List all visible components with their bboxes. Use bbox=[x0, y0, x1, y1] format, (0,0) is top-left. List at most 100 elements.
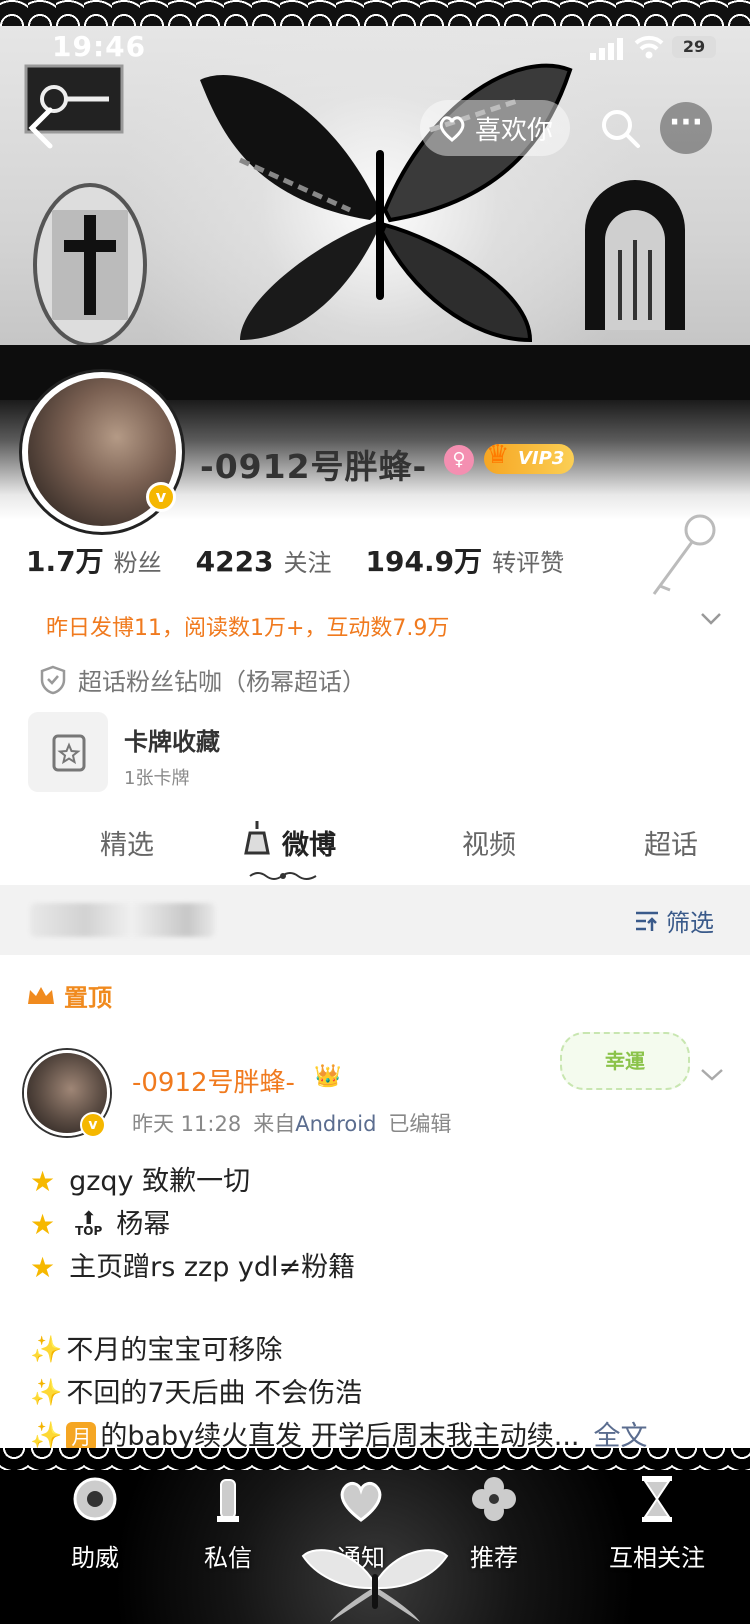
post-line: ✨ 不月的宝宝可移除 bbox=[30, 1329, 730, 1372]
nav-label: 助威 bbox=[71, 1544, 119, 1572]
star-icon: ★ bbox=[30, 1251, 56, 1284]
chevron-down-icon[interactable] bbox=[700, 1068, 724, 1082]
stat-following[interactable]: 4223 关注 bbox=[196, 543, 332, 578]
back-arrow-icon[interactable] bbox=[22, 106, 62, 150]
lucky-sticker: 幸運 bbox=[560, 1032, 690, 1090]
filter-bar: 筛选 bbox=[0, 885, 750, 955]
search-icon[interactable] bbox=[598, 106, 642, 150]
lace-decoration bbox=[0, 1448, 750, 1470]
crown-icon: ♛ bbox=[486, 440, 510, 470]
post-line: ★ gzqy 致歉一切 bbox=[30, 1160, 730, 1203]
heart-hand-icon bbox=[439, 116, 465, 142]
pinned-text: 置顶 bbox=[64, 984, 112, 1012]
post-line-text: 不月的宝宝可移除 bbox=[66, 1335, 283, 1366]
post-body[interactable]: ★ gzqy 致歉一切 ★ ⬆ TOP 杨幂 ★ 主页蹭rs zzp ydl≠粉籍… bbox=[30, 1160, 730, 1458]
post-line-text: gzqy 致歉一切 bbox=[69, 1166, 251, 1197]
clover-icon bbox=[472, 1477, 516, 1521]
stat-value: 4223 bbox=[195, 545, 274, 578]
verified-icon: v bbox=[146, 482, 176, 512]
post-line: ★ 主页蹭rs zzp ydl≠粉籍 bbox=[30, 1246, 730, 1289]
stat-label: 转评赞 bbox=[492, 549, 565, 577]
chevron-down-icon[interactable] bbox=[700, 612, 722, 626]
moon-badge-icon: 月 bbox=[66, 1421, 97, 1452]
nav-mutual-follow[interactable]: 互相关注 bbox=[592, 1472, 722, 1573]
female-gender-icon: ♀ bbox=[444, 445, 474, 475]
post-line-text: 主页蹭rs zzp ydl≠粉籍 bbox=[69, 1252, 356, 1283]
like-button[interactable]: 喜欢你 bbox=[420, 100, 570, 156]
card-collection-icon[interactable] bbox=[28, 712, 108, 792]
pinned-label: 置顶 bbox=[26, 978, 112, 1013]
stat-value: 1.7万 bbox=[26, 545, 104, 578]
gate-decoration bbox=[585, 180, 685, 330]
daily-summary[interactable]: 昨日发博11，阅读数1万+，互动数7.9万 bbox=[46, 610, 449, 642]
filter-label: 筛选 bbox=[666, 909, 714, 937]
like-label: 喜欢你 bbox=[474, 115, 553, 146]
post-source: Android bbox=[295, 1112, 377, 1136]
status-time: 19:46 bbox=[52, 30, 147, 63]
super-topic-badge[interactable]: 超话粉丝钻咖（杨幂超话） bbox=[40, 662, 366, 697]
post-time: 昨天 11:28 bbox=[132, 1112, 242, 1136]
sparkle-icon: ✨ bbox=[30, 1335, 63, 1365]
verified-icon: v bbox=[80, 1112, 106, 1138]
filter-icon bbox=[636, 911, 658, 931]
wifi-icon bbox=[634, 35, 664, 59]
shield-icon bbox=[40, 665, 66, 694]
tab-weibo[interactable]: 微博 bbox=[282, 823, 336, 862]
tab-supertopic[interactable]: 超话 bbox=[644, 823, 698, 862]
star-icon: ★ bbox=[30, 1165, 56, 1198]
post-edited: 已编辑 bbox=[388, 1112, 452, 1136]
post-author-name[interactable]: -0912号胖蜂- bbox=[132, 1062, 295, 1099]
more-options-icon[interactable]: ··· bbox=[660, 102, 712, 154]
key-decoration bbox=[652, 514, 716, 595]
stat-value: 194.9万 bbox=[365, 545, 483, 578]
hourglass-icon bbox=[642, 1476, 672, 1522]
post-line-text: 不回的7天后曲 不会伤浩 bbox=[66, 1378, 363, 1409]
sparkle-icon: ✨ bbox=[30, 1378, 63, 1408]
post-line-text: 杨幂 bbox=[116, 1209, 171, 1240]
tab-active-indicator bbox=[249, 872, 317, 880]
post-line: ★ ⬆ TOP 杨幂 bbox=[30, 1203, 730, 1246]
post-meta: 昨天 11:28 来自Android 已编辑 bbox=[132, 1108, 451, 1138]
card-collection-title[interactable]: 卡牌收藏 bbox=[124, 722, 220, 757]
top-navigation: 喜欢你 ··· bbox=[0, 92, 750, 162]
butterfly-decoration bbox=[301, 1549, 449, 1622]
profile-tabs: 精选 微博 视频 超话 bbox=[0, 815, 750, 885]
profile-stats: 1.7万 粉丝 4223 关注 194.9万 转评赞 bbox=[26, 540, 564, 580]
potion-icon bbox=[244, 821, 270, 855]
card-icon bbox=[52, 734, 86, 772]
stat-likes[interactable]: 194.9万 转评赞 bbox=[366, 540, 565, 580]
post-line: ✨ 不回的7天后曲 不会伤浩 bbox=[30, 1372, 730, 1415]
top-arrow-icon: ⬆ TOP bbox=[75, 1207, 103, 1238]
bottom-navigation: 助威 私信 通知 推荐 互相关注 bbox=[0, 1448, 750, 1624]
post-line-blank bbox=[30, 1289, 730, 1329]
nav-cheer[interactable]: 助威 bbox=[35, 1472, 155, 1573]
crown-icon bbox=[28, 986, 54, 1004]
nav-label: 互相关注 bbox=[609, 1544, 705, 1572]
profile-cover-banner: 19:46 29 喜欢你 ··· bbox=[0, 0, 750, 400]
ornament-icon bbox=[73, 1477, 117, 1521]
lantern-icon bbox=[217, 1479, 239, 1522]
crown-icon: 👑 bbox=[314, 1064, 342, 1089]
nav-messages[interactable]: 私信 bbox=[168, 1472, 288, 1573]
tab-video[interactable]: 视频 bbox=[462, 823, 516, 862]
stat-followers[interactable]: 1.7万 粉丝 bbox=[26, 540, 162, 580]
nav-label: 私信 bbox=[204, 1544, 252, 1572]
filter-button[interactable]: 筛选 bbox=[634, 903, 714, 938]
cross-window-decoration bbox=[33, 183, 147, 347]
super-topic-label: 超话粉丝钻咖（杨幂超话） bbox=[78, 668, 366, 696]
heart-ornament-icon bbox=[340, 1481, 382, 1522]
signal-icon bbox=[590, 38, 623, 60]
star-icon: ★ bbox=[30, 1208, 56, 1241]
status-bar: 19:46 29 bbox=[0, 24, 750, 64]
top-arrow-label: TOP bbox=[75, 1223, 103, 1238]
post-source-prefix: 来自 bbox=[253, 1112, 296, 1136]
stat-label: 关注 bbox=[283, 549, 332, 577]
stat-label: 粉丝 bbox=[113, 549, 162, 577]
lace-decoration bbox=[0, 0, 750, 26]
card-collection-count: 1张卡牌 bbox=[124, 768, 190, 789]
butterfly-cover-art bbox=[200, 63, 573, 343]
battery-indicator: 29 bbox=[672, 36, 716, 58]
tab-featured[interactable]: 精选 bbox=[100, 823, 154, 862]
blurred-content bbox=[30, 903, 215, 937]
profile-username: -0912号胖蜂- bbox=[200, 447, 428, 486]
